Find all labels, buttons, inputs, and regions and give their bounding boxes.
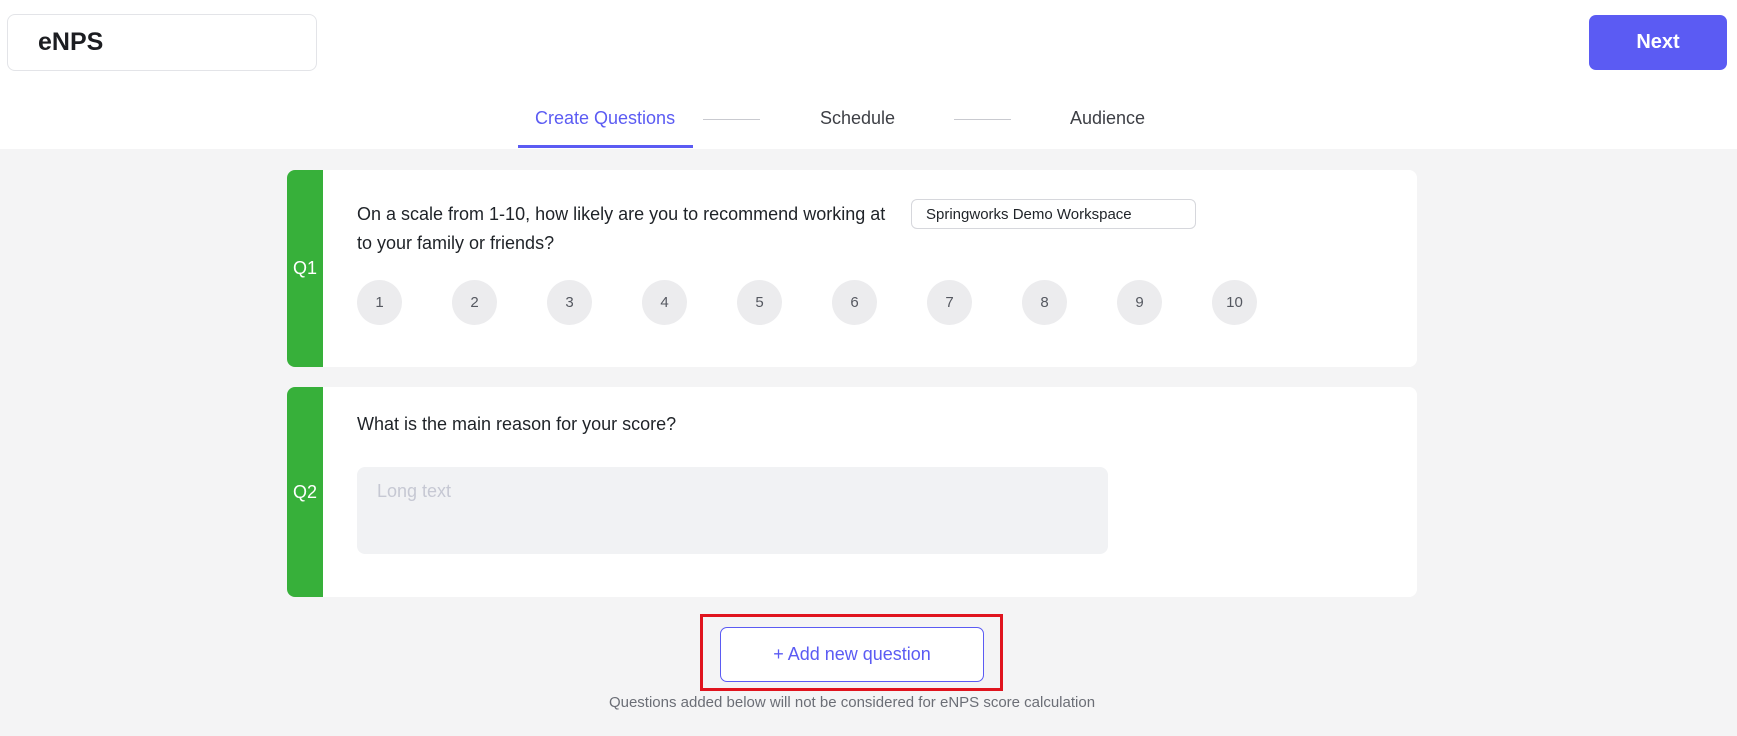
add-new-question-button[interactable]: + Add new question: [720, 627, 984, 682]
long-text-answer-field[interactable]: [357, 467, 1108, 554]
step-create-questions[interactable]: Create Questions: [535, 108, 675, 129]
active-step-indicator: [518, 145, 693, 148]
score-option-2[interactable]: 2: [452, 280, 497, 325]
question-tag-q2: Q2: [287, 387, 323, 597]
step-navigation: Create Questions Schedule Audience: [0, 94, 1737, 149]
score-option-3[interactable]: 3: [547, 280, 592, 325]
score-option-1[interactable]: 1: [357, 280, 402, 325]
step-audience[interactable]: Audience: [1070, 108, 1145, 129]
survey-title: eNPS: [38, 28, 104, 56]
question-tag-q1: Q1: [287, 170, 323, 367]
score-option-4[interactable]: 4: [642, 280, 687, 325]
score-option-5[interactable]: 5: [737, 280, 782, 325]
workspace-name-input[interactable]: [911, 199, 1196, 229]
score-option-7[interactable]: 7: [927, 280, 972, 325]
question-text-q2: What is the main reason for your score?: [357, 414, 677, 434]
survey-title-field[interactable]: eNPS: [7, 14, 317, 71]
question-text-q1: On a scale from 1-10, how likely are you…: [357, 200, 917, 258]
score-option-9[interactable]: 9: [1117, 280, 1162, 325]
next-button[interactable]: Next: [1589, 15, 1727, 70]
top-header: eNPS Next Create Questions Schedule Audi…: [0, 0, 1737, 149]
step-schedule[interactable]: Schedule: [820, 108, 895, 129]
score-option-10[interactable]: 10: [1212, 280, 1257, 325]
question-text-line: On a scale from 1-10, how likely are you…: [357, 204, 886, 224]
question-text-line: to your family or friends?: [357, 233, 555, 253]
enps-calculation-note: Questions added below will not be consid…: [608, 694, 1096, 711]
step-connector: [954, 119, 1011, 120]
score-option-6[interactable]: 6: [832, 280, 877, 325]
step-connector: [703, 119, 760, 120]
score-option-8[interactable]: 8: [1022, 280, 1067, 325]
